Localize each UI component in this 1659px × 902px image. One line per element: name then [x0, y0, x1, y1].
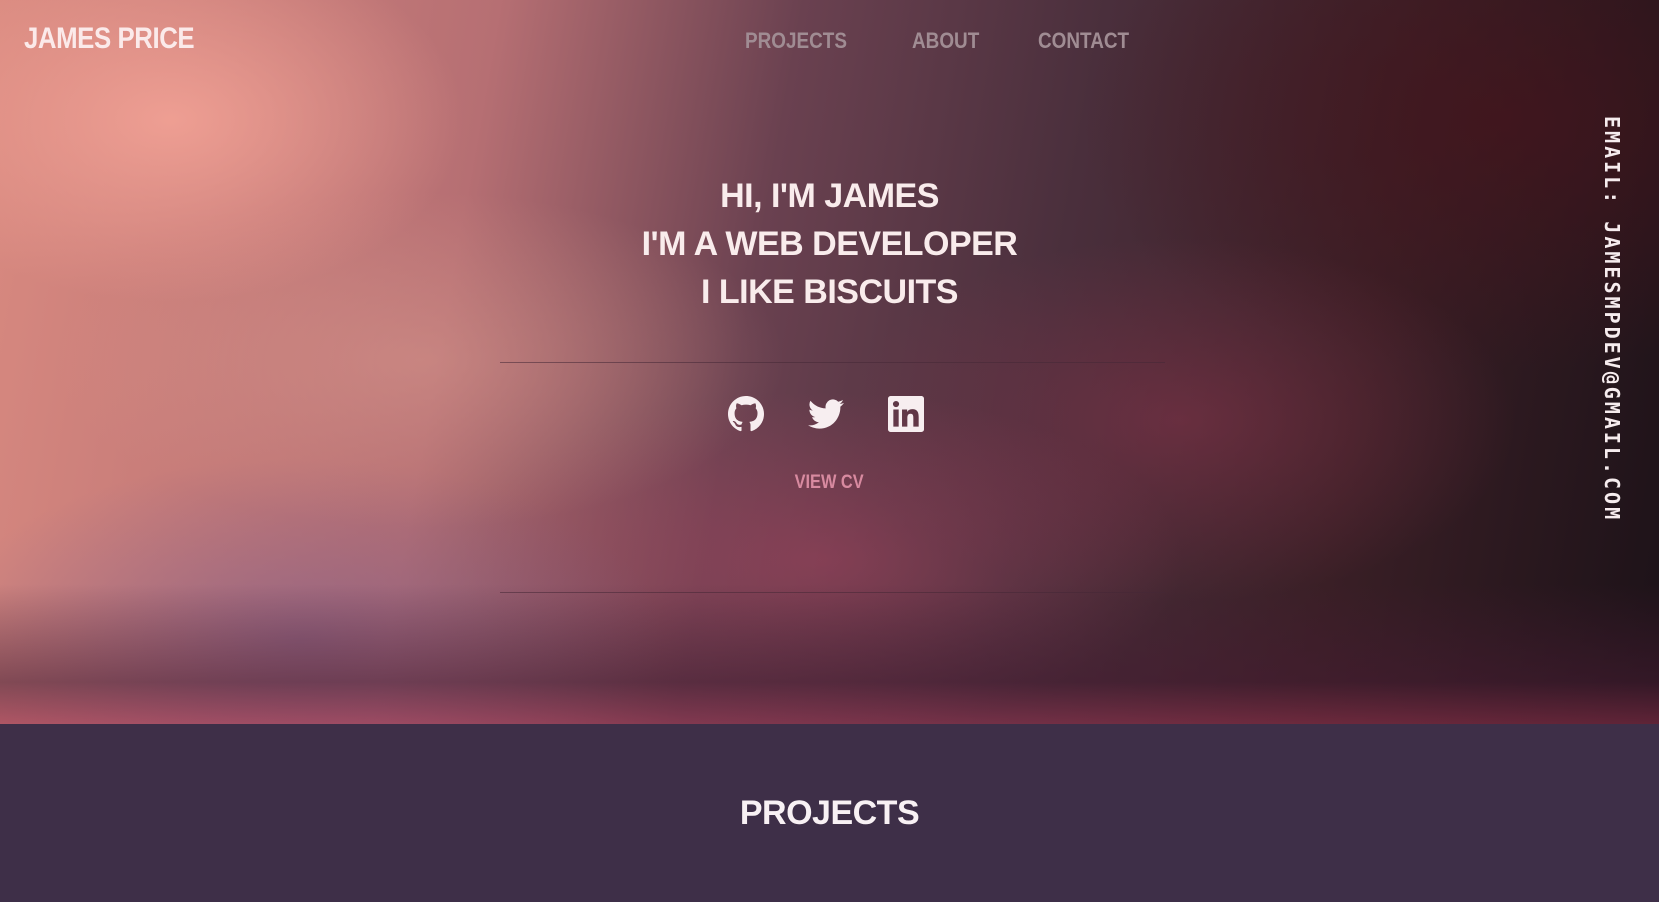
intro-text: HI, I'M JAMES I'M A WEB DEVELOPER I LIKE… [0, 172, 1659, 316]
intro-line-2: I'M A WEB DEVELOPER [641, 225, 1018, 263]
twitter-icon[interactable] [808, 396, 844, 432]
site-brand[interactable]: JAMES PRICE [24, 22, 195, 56]
social-links [728, 396, 924, 432]
divider-bottom [500, 592, 1165, 593]
nav-link-about[interactable]: ABOUT [912, 28, 979, 54]
nav-link-contact[interactable]: CONTACT [1038, 28, 1129, 54]
projects-heading: PROJECTS [739, 794, 920, 832]
github-icon[interactable] [728, 396, 764, 432]
intro-line-1: HI, I'M JAMES [720, 177, 939, 215]
divider-top [500, 362, 1165, 363]
main-nav: PROJECTS ABOUT CONTACT [745, 28, 1144, 54]
linkedin-icon[interactable] [888, 396, 924, 432]
nav-link-projects[interactable]: PROJECTS [745, 28, 847, 54]
hero-section: JAMES PRICE PROJECTS ABOUT CONTACT EMAIL… [0, 0, 1659, 724]
intro-line-3: I LIKE BISCUITS [701, 273, 958, 311]
view-cv-link[interactable]: VIEW CV [795, 472, 864, 494]
cv-link-wrapper: VIEW CV [0, 472, 1659, 494]
